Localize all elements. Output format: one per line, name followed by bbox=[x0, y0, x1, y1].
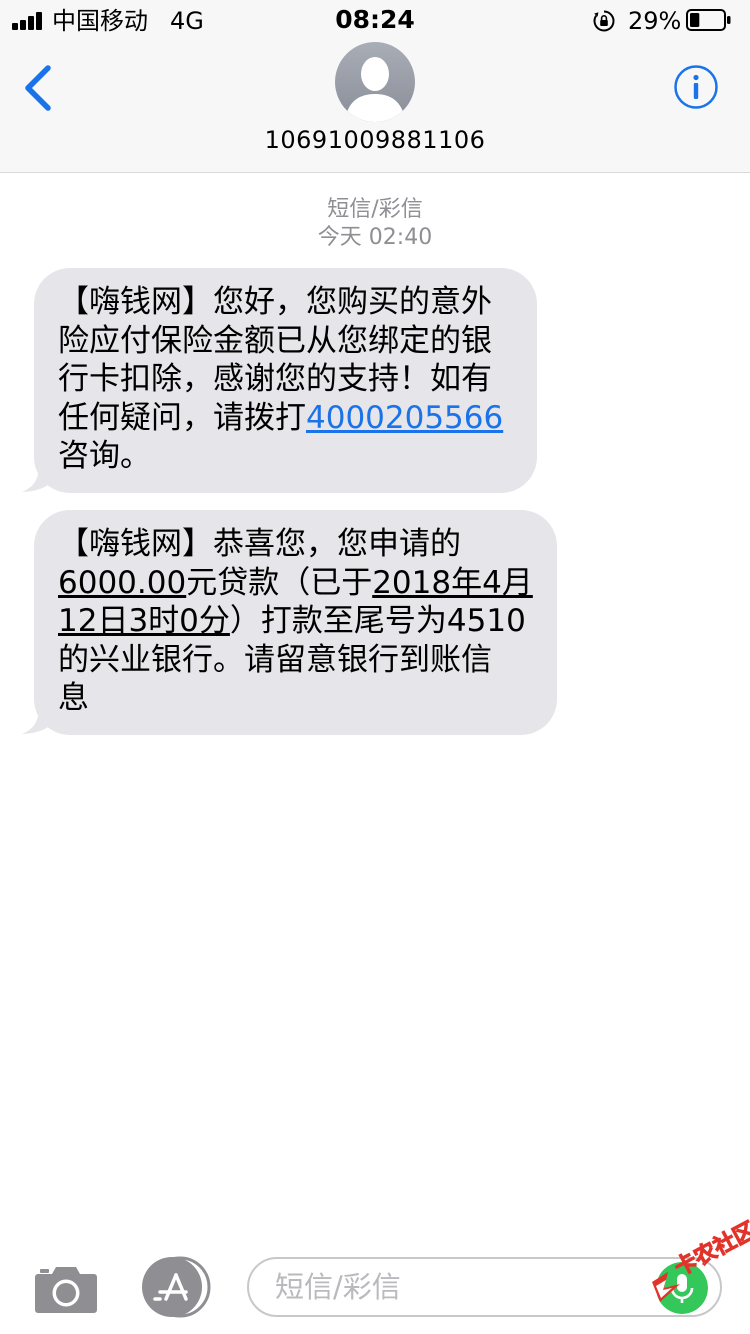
chevron-left-icon[interactable] bbox=[18, 60, 62, 116]
message-line: 息 bbox=[58, 680, 89, 716]
contact-number[interactable]: 10691009881106 bbox=[0, 124, 750, 156]
message-text: 元贷款（已于 bbox=[186, 564, 373, 601]
message-line: 任何疑问，请拨打4000205566 bbox=[58, 399, 513, 438]
message-line: 6000.00元贷款（已于2018年4月 bbox=[58, 564, 533, 603]
message-bubble[interactable]: 【嗨钱网】恭喜您，您申请的 6000.00元贷款（已于2018年4月 12日3时… bbox=[34, 510, 557, 735]
orientation-lock-icon bbox=[593, 10, 615, 32]
message-line: 12日3时0分）打款至尾号为4510 bbox=[58, 602, 533, 641]
message-line: 咨询。 bbox=[58, 438, 151, 474]
message-type-label: 短信/彩信 bbox=[327, 197, 423, 222]
message-text: 任何疑问，请拨打 bbox=[58, 399, 306, 436]
conversation-header: 中国移动 4G 08:24 29% 10691009881106 bbox=[0, 0, 750, 173]
contact-avatar[interactable] bbox=[335, 42, 415, 122]
battery-percentage: 29% bbox=[628, 7, 682, 35]
loan-amount[interactable]: 6000.00 bbox=[58, 565, 186, 601]
info-icon[interactable] bbox=[673, 64, 719, 110]
message-line: 【嗨钱网】您好，您购买的意外 bbox=[58, 284, 492, 320]
message-bubble[interactable]: 【嗨钱网】您好，您购买的意外 险应付保险金额已从您绑定的银 行卡扣除，感谢您的支… bbox=[34, 268, 537, 493]
phone-number-link[interactable]: 4000205566 bbox=[306, 400, 503, 436]
app-store-icon[interactable] bbox=[140, 1256, 212, 1318]
conversation-meta: 短信/彩信 今天 02:40 bbox=[0, 196, 750, 252]
message-line: 的兴业银行。请留意银行到账信 bbox=[58, 641, 492, 678]
date-link[interactable]: 12日3时0分 bbox=[58, 603, 230, 639]
message-line: 【嗨钱网】恭喜您，您申请的 bbox=[58, 526, 461, 562]
message-input-bar bbox=[0, 1240, 750, 1334]
message-text: ）打款至尾号为4510 bbox=[229, 603, 526, 639]
camera-icon[interactable] bbox=[34, 1262, 98, 1314]
date-link[interactable]: 2018年4月 bbox=[372, 565, 533, 601]
messages-app-screen: 中国移动 4G 08:24 29% 10691009881106 短信/彩信 今… bbox=[0, 0, 750, 1334]
person-silhouette-icon bbox=[345, 57, 405, 122]
battery-icon bbox=[686, 9, 731, 31]
message-line: 险应付保险金额已从您绑定的银 bbox=[58, 322, 492, 359]
message-line: 行卡扣除，感谢您的支持！如有 bbox=[58, 361, 492, 397]
status-bar: 中国移动 4G 08:24 29% bbox=[0, 0, 750, 40]
message-timestamp: 今天 02:40 bbox=[317, 225, 433, 250]
